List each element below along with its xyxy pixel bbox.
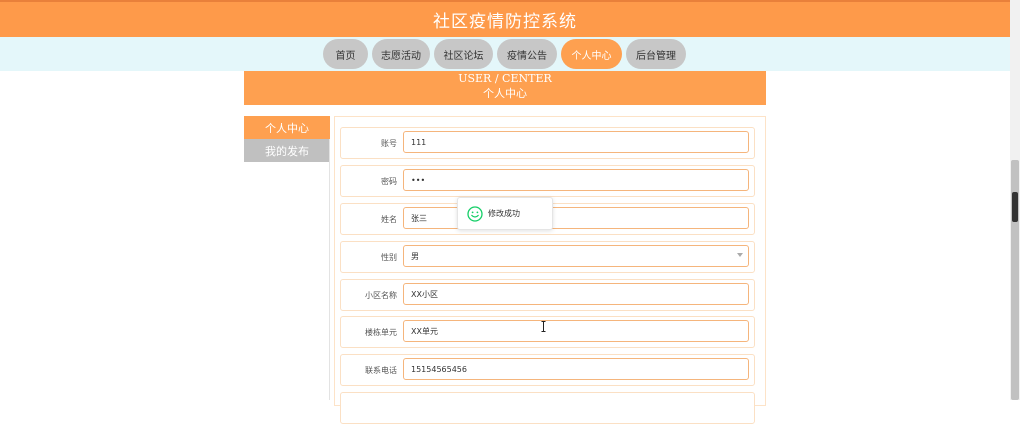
account-input[interactable] bbox=[403, 131, 749, 153]
community-input[interactable] bbox=[403, 283, 749, 305]
success-toast: 修改成功 bbox=[457, 197, 553, 230]
form-row-account: 账号 bbox=[340, 127, 755, 159]
banner-title: 个人中心 bbox=[483, 87, 527, 100]
community-label: 小区名称 bbox=[365, 290, 397, 300]
app-title: 社区疫情防控系统 bbox=[433, 12, 577, 32]
password-input[interactable] bbox=[403, 169, 749, 191]
phone-label: 联系电话 bbox=[365, 365, 397, 375]
toast-message: 修改成功 bbox=[488, 209, 520, 218]
building-input[interactable] bbox=[403, 320, 749, 342]
scrollbar-grip bbox=[1012, 192, 1018, 222]
banner-subtitle: USER / CENTER bbox=[458, 72, 552, 85]
nav-item-volunteer[interactable]: 志愿活动 bbox=[372, 39, 430, 69]
page-scrollbar[interactable] bbox=[1010, 0, 1020, 400]
name-input[interactable] bbox=[403, 207, 749, 229]
password-label: 密码 bbox=[381, 176, 397, 186]
text-cursor-icon bbox=[541, 321, 546, 332]
form-row-password: 密码 bbox=[340, 165, 755, 197]
gender-select-value: 男 bbox=[403, 245, 749, 267]
phone-input[interactable] bbox=[403, 358, 749, 380]
side-item-my-posts[interactable]: 我的发布 bbox=[244, 139, 330, 162]
nav-items: 首页 志愿活动 社区论坛 疫情公告 个人中心 后台管理 bbox=[0, 39, 1010, 69]
side-menu: 个人中心 我的发布 bbox=[244, 116, 330, 162]
gender-select[interactable]: 男 bbox=[403, 245, 749, 267]
chevron-down-icon bbox=[737, 253, 743, 257]
gender-label: 性别 bbox=[381, 252, 397, 262]
nav-item-home[interactable]: 首页 bbox=[323, 39, 368, 69]
form-row-building: 楼栋单元 bbox=[340, 316, 755, 348]
side-divider bbox=[329, 139, 330, 400]
account-label: 账号 bbox=[381, 138, 397, 148]
nav-item-admin[interactable]: 后台管理 bbox=[626, 39, 686, 69]
form-row-community: 小区名称 bbox=[340, 279, 755, 311]
form-row-gender: 性别 男 bbox=[340, 241, 755, 273]
nav-item-announcements[interactable]: 疫情公告 bbox=[497, 39, 557, 69]
nav-item-profile[interactable]: 个人中心 bbox=[561, 39, 622, 69]
building-label: 楼栋单元 bbox=[365, 327, 397, 337]
form-row-next bbox=[340, 392, 755, 424]
side-item-profile[interactable]: 个人中心 bbox=[244, 116, 330, 139]
nav-item-forum[interactable]: 社区论坛 bbox=[434, 39, 493, 69]
main-nav: 首页 志愿活动 社区论坛 疫情公告 个人中心 后台管理 bbox=[0, 37, 1010, 71]
form-row-phone: 联系电话 bbox=[340, 354, 755, 386]
smile-success-icon bbox=[467, 205, 483, 222]
app-header: 社区疫情防控系统 bbox=[0, 0, 1010, 37]
page-banner: USER / CENTER 个人中心 bbox=[244, 71, 766, 105]
name-label: 姓名 bbox=[381, 214, 397, 224]
